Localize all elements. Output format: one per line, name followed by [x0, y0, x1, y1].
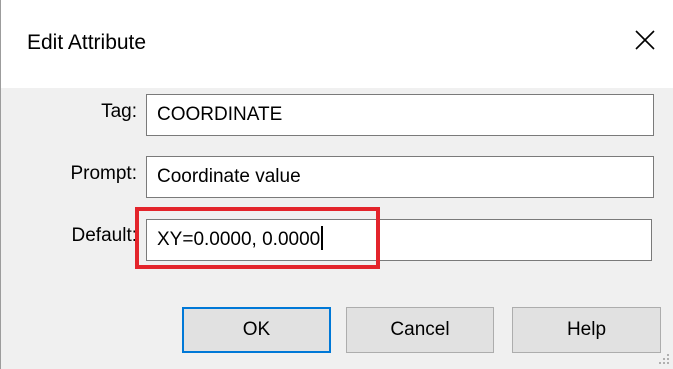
close-button[interactable]: [621, 16, 669, 64]
text-caret: [321, 226, 324, 251]
cancel-button[interactable]: Cancel: [346, 307, 494, 353]
help-button[interactable]: Help: [512, 307, 661, 353]
edit-attribute-dialog: Edit Attribute Tag: COORDINATE Prompt: C…: [0, 0, 673, 369]
title-bar[interactable]: Edit Attribute: [1, 0, 673, 88]
default-input-value: XY=0.0000, 0.0000: [157, 229, 321, 250]
default-input[interactable]: XY=0.0000, 0.0000: [146, 219, 652, 261]
default-label: Default:: [71, 225, 137, 246]
dialog-title: Edit Attribute: [27, 31, 147, 54]
close-icon: [635, 30, 655, 50]
tag-label: Tag:: [101, 101, 137, 122]
resize-grip-icon[interactable]: [657, 352, 671, 366]
tag-input[interactable]: COORDINATE: [146, 94, 654, 136]
prompt-input[interactable]: Coordinate value: [146, 156, 654, 198]
prompt-label: Prompt:: [70, 163, 137, 184]
ok-button[interactable]: OK: [182, 307, 331, 353]
